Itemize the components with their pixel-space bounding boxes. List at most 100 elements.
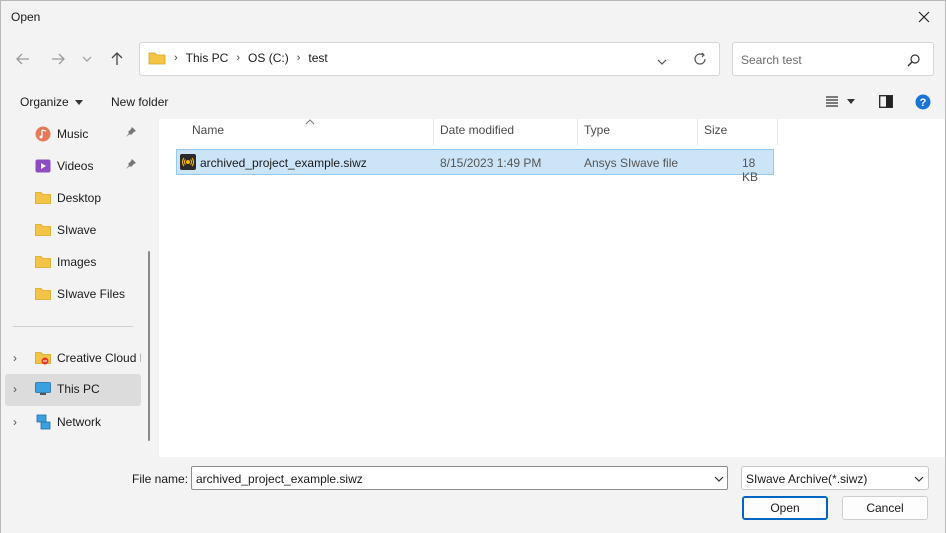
navigation-bar: › This PC › OS (C:) › test Search test (1, 33, 945, 85)
help-button[interactable]: ? (915, 94, 931, 113)
navigation-pane: Music Videos Desktop SIwave Images SIwav… (1, 119, 151, 457)
sidebar-item-creative-cloud[interactable]: › Creative Cloud Files (1, 343, 141, 373)
arrow-right-icon (52, 53, 65, 65)
help-icon: ? (915, 94, 931, 110)
file-name-label: File name: (132, 472, 189, 486)
open-dialog: Open › This PC › OS (C:) › test Search t… (0, 0, 946, 533)
view-options-button[interactable] (825, 95, 855, 107)
column-header-name[interactable]: Name (192, 123, 224, 145)
preview-pane-icon (879, 95, 893, 108)
sidebar-item-label: SIwave (57, 223, 97, 237)
folder-icon (35, 224, 51, 236)
chevron-right-icon: › (174, 52, 178, 64)
file-name-input[interactable]: archived_project_example.siwz (191, 466, 728, 490)
siwave-file-icon (180, 154, 196, 170)
column-headers: Name Date modified Type Size (159, 119, 779, 145)
sidebar-item-this-pc[interactable]: › This PC (5, 374, 141, 406)
forward-button[interactable] (45, 46, 71, 72)
breadcrumb-item-this-pc[interactable]: This PC (186, 51, 229, 65)
refresh-icon (694, 52, 706, 65)
refresh-button[interactable] (693, 52, 707, 69)
sidebar-item-network[interactable]: › Network (1, 407, 141, 437)
file-size: 18 KB (742, 156, 759, 184)
network-icon (36, 414, 51, 430)
sidebar-item-label: Network (57, 415, 102, 429)
sidebar-item-label: This PC (57, 382, 100, 396)
column-header-date[interactable]: Date modified (440, 123, 514, 145)
pin-icon[interactable] (125, 158, 137, 170)
caret-down-icon (847, 98, 855, 104)
videos-icon (35, 159, 51, 173)
sidebar-item-siwave[interactable]: SIwave (1, 215, 141, 245)
search-input[interactable]: Search test (741, 53, 802, 67)
breadcrumb: › This PC › OS (C:) › test (148, 51, 328, 65)
file-type: Ansys SIwave file (584, 156, 679, 170)
sidebar-item-videos[interactable]: Videos (1, 151, 141, 181)
open-button[interactable]: Open (742, 496, 828, 520)
file-name: archived_project_example.siwz (200, 156, 367, 170)
up-button[interactable] (104, 46, 130, 72)
breadcrumb-item-os-c[interactable]: OS (C:) (248, 51, 289, 65)
chevron-down-icon[interactable] (714, 476, 724, 482)
command-bar: Organize New folder ? (1, 85, 945, 119)
sidebar-item-siwave-files[interactable]: SIwave Files (1, 279, 141, 309)
title-bar: Open (1, 1, 945, 33)
folder-icon (35, 256, 51, 268)
caret-down-icon (74, 99, 83, 105)
recent-locations-button[interactable] (77, 46, 97, 72)
column-divider[interactable] (433, 119, 434, 145)
file-name-value: archived_project_example.siwz (196, 472, 363, 486)
sort-ascending-icon (305, 119, 315, 125)
music-icon (35, 126, 51, 142)
breadcrumb-item-test[interactable]: test (308, 51, 327, 65)
sidebar-divider (13, 326, 133, 327)
close-button[interactable] (909, 3, 939, 31)
sidebar-item-desktop[interactable]: Desktop (1, 183, 141, 213)
list-view-icon (826, 96, 838, 107)
back-button[interactable] (10, 46, 36, 72)
chevron-right-icon[interactable]: › (13, 382, 17, 396)
search-button[interactable] (907, 53, 921, 70)
cancel-button[interactable]: Cancel (842, 496, 928, 520)
address-bar[interactable]: › This PC › OS (C:) › test (139, 42, 720, 76)
chevron-right-icon: › (236, 52, 241, 64)
folder-icon (35, 288, 51, 300)
search-icon (907, 54, 920, 67)
footer-bar: File name: archived_project_example.siwz… (1, 457, 945, 533)
computer-icon (35, 382, 51, 395)
sidebar-item-music[interactable]: Music (1, 119, 141, 149)
dialog-title: Open (11, 10, 41, 24)
chevron-right-icon[interactable]: › (13, 415, 17, 429)
file-date: 8/15/2023 1:49 PM (440, 156, 542, 170)
file-list: Name Date modified Type Size archived_pr… (159, 119, 945, 457)
sidebar-item-label: Creative Cloud Files (57, 351, 141, 365)
chevron-right-icon[interactable]: › (13, 351, 17, 365)
sidebar-scrollbar[interactable] (148, 251, 150, 441)
file-row[interactable]: archived_project_example.siwz 8/15/2023 … (176, 149, 774, 184)
sidebar-item-images[interactable]: Images (1, 247, 141, 277)
search-box[interactable]: Search test (732, 42, 934, 76)
file-type-value: SIwave Archive(*.siwz) (746, 472, 868, 486)
sidebar-item-label: Images (57, 255, 97, 269)
creative-cloud-icon (35, 352, 51, 365)
column-divider[interactable] (777, 119, 778, 145)
chevron-right-icon: › (296, 52, 301, 64)
column-divider[interactable] (577, 119, 578, 145)
folder-icon (35, 192, 51, 204)
organize-label: Organize (20, 95, 69, 109)
organize-menu[interactable]: Organize (20, 95, 83, 109)
close-icon (918, 11, 930, 23)
column-header-type[interactable]: Type (584, 123, 610, 145)
preview-pane-button[interactable] (879, 95, 893, 111)
chevron-down-icon (914, 476, 924, 482)
new-folder-button[interactable]: New folder (111, 95, 168, 109)
column-header-size[interactable]: Size (704, 123, 727, 145)
chevron-down-icon (657, 59, 667, 65)
column-divider[interactable] (697, 119, 698, 145)
arrow-left-icon (16, 53, 29, 65)
sidebar-item-label: Desktop (57, 191, 102, 205)
file-type-select[interactable]: SIwave Archive(*.siwz) (741, 466, 929, 490)
address-dropdown-button[interactable] (657, 54, 667, 68)
pin-icon[interactable] (125, 126, 137, 138)
arrow-up-icon (111, 52, 123, 65)
